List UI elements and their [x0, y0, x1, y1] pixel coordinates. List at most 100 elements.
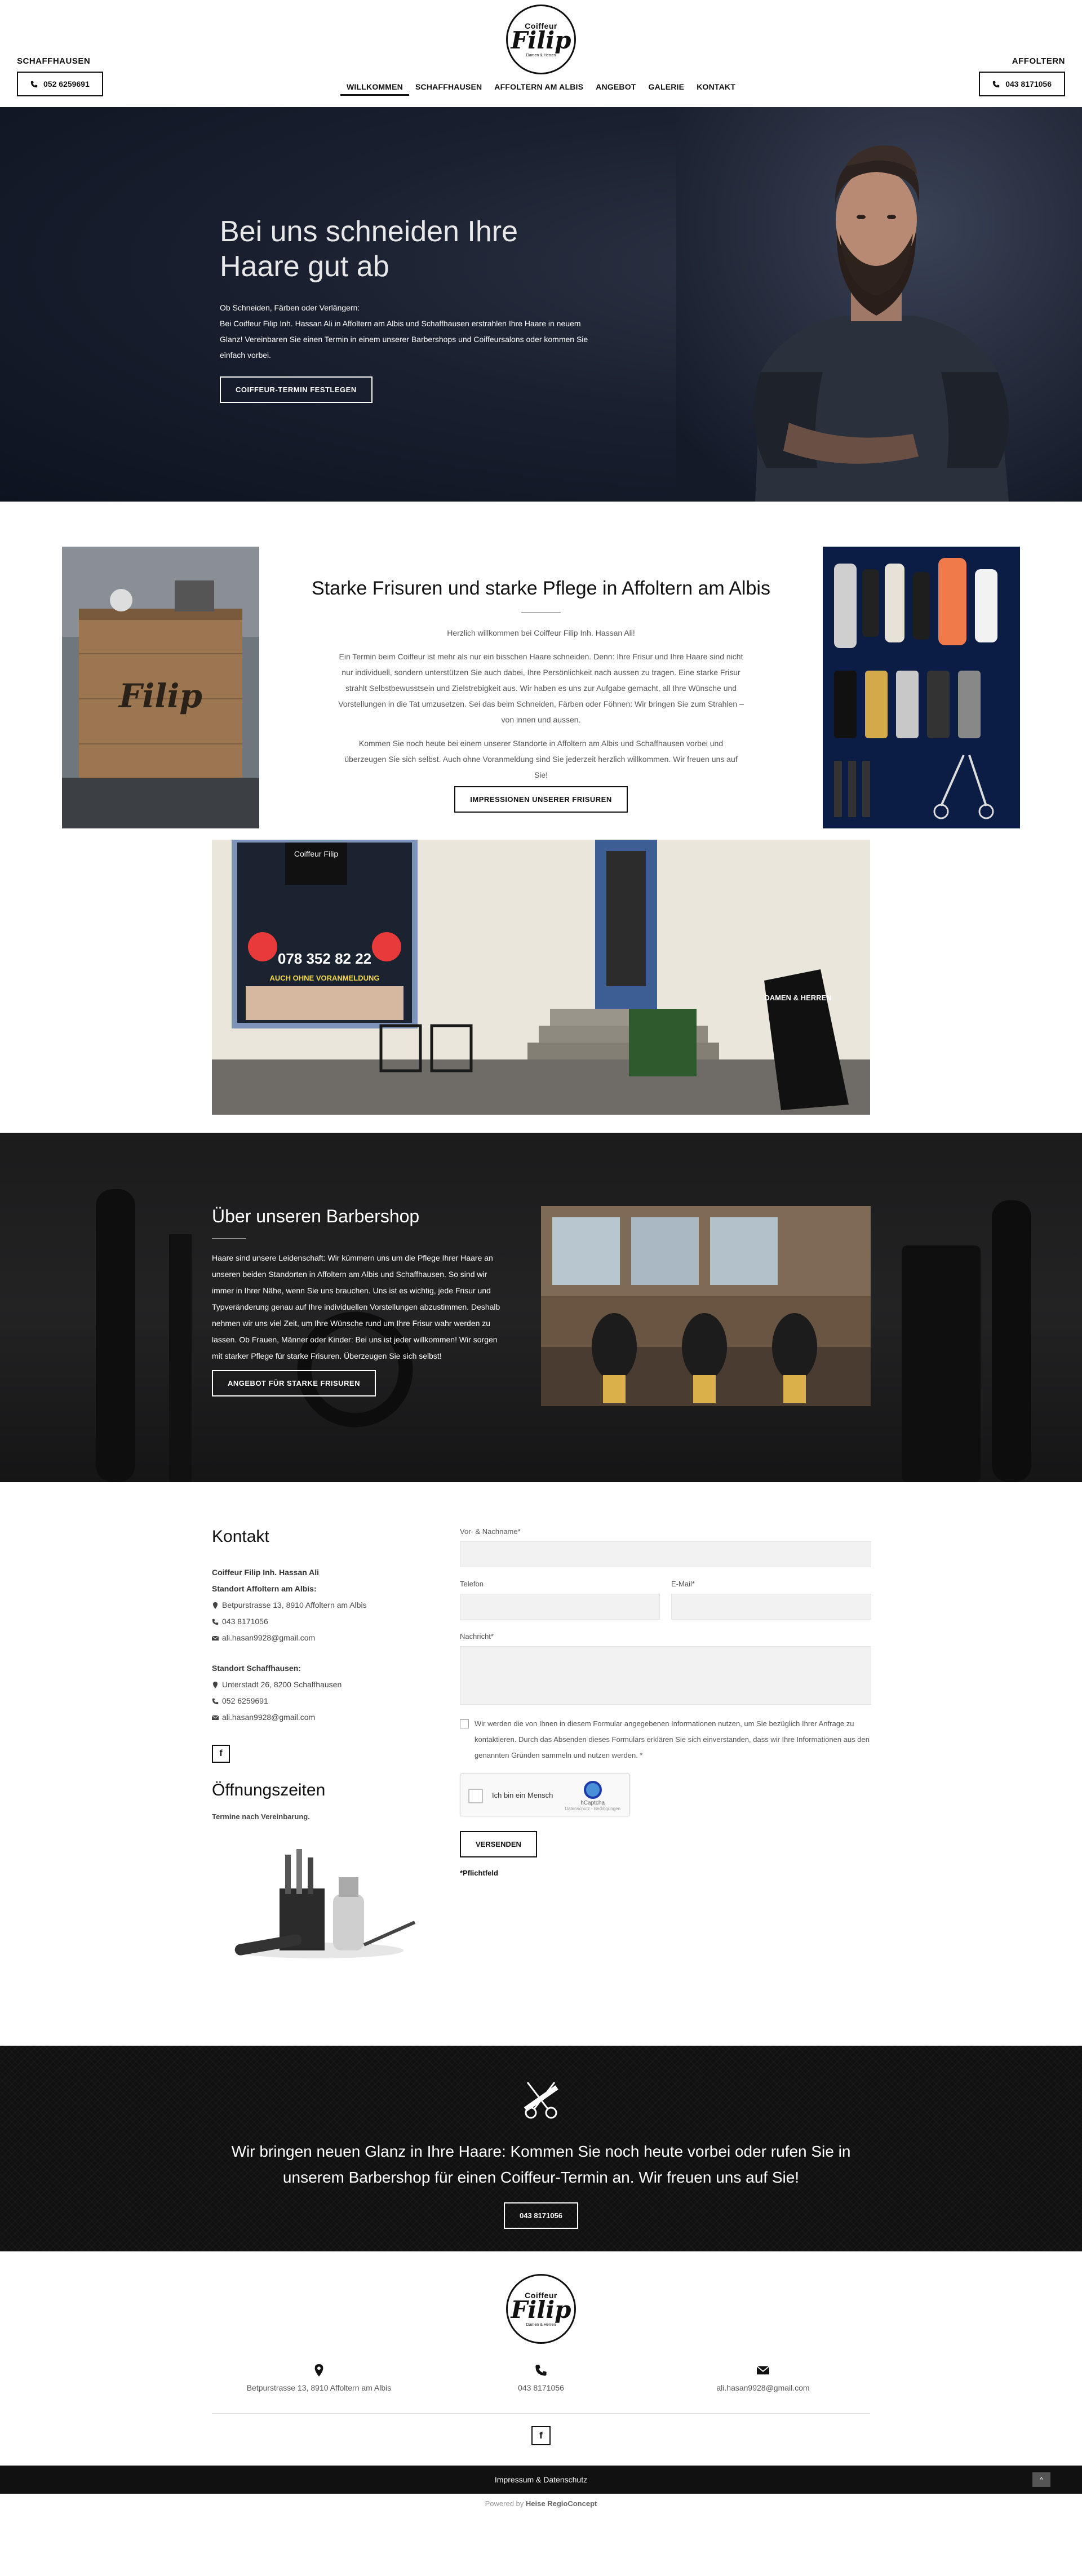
offer-button[interactable]: ANGEBOT FÜR STARKE FRISUREN: [212, 1370, 376, 1396]
imprint-link[interactable]: Impressum & Datenschutz: [495, 2475, 587, 2484]
nav-kontakt[interactable]: KONTAKT: [690, 78, 742, 96]
location-affoltern-phone[interactable]: 043 8171056: [222, 1613, 268, 1630]
location-left-title: SCHAFFHAUSEN: [17, 56, 91, 66]
bottom-bar: Impressum & Datenschutz ^: [0, 2466, 1082, 2494]
location-affoltern-address: Betpurstrasse 13, 8910 Affoltern am Albi…: [222, 1600, 367, 1610]
footer-email[interactable]: ali.hasan9928@gmail.com: [656, 2364, 870, 2392]
send-button[interactable]: VERSENDEN: [460, 1831, 537, 1857]
consent-row: Wir werden die von Ihnen in diesem Formu…: [460, 1716, 871, 1763]
message-textarea[interactable]: [460, 1646, 871, 1705]
logo-name: Filip: [511, 2295, 571, 2324]
intro-title: Starke Frisuren und starke Pflege in Aff…: [312, 578, 770, 599]
hero-title-line-1: Bei uns schneiden Ihre: [220, 215, 518, 248]
intro-section: Filip Starke Frisuren und starke Pflege …: [0, 502, 1082, 828]
captcha-brand: hCaptcha: [580, 1800, 605, 1806]
site-footer: Coiffeur Filip Damen & Herren Betpurstra…: [0, 2251, 1082, 2466]
captcha-widget: Ich bin ein Mensch hCaptcha Datenschutz …: [460, 1774, 630, 1816]
opening-hours-title: Öffnungszeiten: [212, 1781, 326, 1799]
site-logo[interactable]: Coiffeur Filip Damen & Herren: [506, 5, 576, 74]
footer-email-text: ali.hasan9928@gmail.com: [716, 2383, 810, 2392]
nav-schaffhausen[interactable]: SCHAFFHAUSEN: [409, 78, 488, 96]
footer-address-text: Betpurstrasse 13, 8910 Affoltern am Albi…: [246, 2383, 392, 2392]
consent-checkbox[interactable]: [460, 1719, 469, 1728]
phone-icon: [212, 1698, 219, 1704]
logo-sub: Damen & Herren: [526, 2322, 556, 2327]
phone-input[interactable]: [460, 1594, 660, 1620]
location-schaffhausen-phone[interactable]: 052 6259691: [222, 1693, 268, 1709]
envelope-icon: [212, 1715, 219, 1720]
footer-columns: Betpurstrasse 13, 8910 Affoltern am Albi…: [212, 2364, 870, 2392]
name-label: Vor- & Nachname*: [460, 1527, 521, 1536]
captcha-checkbox[interactable]: [468, 1789, 483, 1803]
main-nav: WILLKOMMEN SCHAFFHAUSEN AFFOLTERN AM ALB…: [0, 78, 1082, 96]
shop-phone-sign: 078 352 82 22: [278, 950, 371, 967]
phone-icon: [535, 2365, 547, 2376]
hero-section: Bei uns schneiden Ihre Haare gut ab Ob S…: [0, 107, 1082, 502]
contact-info: Kontakt Coiffeur Filip Inh. Hassan Ali S…: [212, 1527, 437, 1965]
facebook-icon: f: [539, 2430, 543, 2441]
intro-paragraph-1: Ein Termin beim Coiffeur ist mehr als nu…: [338, 652, 744, 724]
logo-sub: Damen & Herren: [526, 53, 556, 57]
contact-section: Kontakt Coiffeur Filip Inh. Hassan Ali S…: [0, 1482, 1082, 2046]
location-affoltern-email[interactable]: ali.hasan9928@gmail.com: [222, 1630, 315, 1646]
powered-by: Powered by Heise RegioConcept: [0, 2494, 1082, 2514]
shop-sign-text: Coiffeur Filip: [294, 849, 339, 858]
barbershop-section: Über unseren Barbershop Haare sind unser…: [0, 1133, 1082, 1482]
footer-phone[interactable]: 043 8171056: [434, 2364, 648, 2392]
impressions-button[interactable]: IMPRESSIONEN UNSERER FRISUREN: [454, 786, 628, 813]
site-header: SCHAFFHAUSEN 052 6259691 Coiffeur Filip …: [0, 0, 1082, 107]
location-affoltern-title: Standort Affoltern am Albis:: [212, 1584, 317, 1593]
appointment-button[interactable]: COIFFEUR-TERMIN FESTLEGEN: [220, 376, 373, 403]
facebook-button[interactable]: f: [212, 1745, 230, 1763]
phone-icon: [212, 1619, 219, 1625]
intro-text: Starke Frisuren und starke Pflege in Aff…: [304, 578, 778, 813]
contact-form: Vor- & Nachname* Telefon E-Mail* Nachric…: [460, 1527, 871, 1877]
map-pin-icon: [314, 2364, 323, 2377]
barbershop-interior-image: [541, 1206, 871, 1406]
nav-willkommen[interactable]: WILLKOMMEN: [340, 78, 409, 96]
scissors-comb-icon: [524, 2082, 558, 2119]
footer-facebook-button[interactable]: f: [531, 2426, 551, 2445]
captcha-links[interactable]: Datenschutz - Bedingungen: [565, 1806, 620, 1811]
intro-paragraph-2: Kommen Sie noch heute bei einem unserer …: [344, 739, 738, 779]
phone-label: Telefon: [460, 1580, 484, 1588]
barbershop-divider: [212, 1238, 246, 1239]
logo-name: Filip: [511, 26, 571, 54]
barbershop-paragraph: Haare sind unsere Leidenschaft: Wir kümm…: [212, 1253, 500, 1360]
hero-title-line-2: Haare gut ab: [220, 250, 389, 283]
captcha-label: Ich bin ein Mensch: [492, 1791, 553, 1799]
reception-desk-image: Filip: [62, 547, 259, 828]
shop-stand-sign: DAMEN & HERREN: [764, 994, 831, 1002]
nav-affoltern[interactable]: AFFOLTERN AM ALBIS: [488, 78, 589, 96]
barbershop-text: Über unseren Barbershop Haare sind unser…: [212, 1206, 505, 1396]
scroll-top-button[interactable]: ^: [1032, 2472, 1050, 2487]
cta-section: Wir bringen neuen Glanz in Ihre Haare: K…: [0, 2046, 1082, 2251]
nav-galerie[interactable]: GALERIE: [642, 78, 691, 96]
svg-text:Filip: Filip: [118, 677, 202, 715]
powered-by-text: Powered by: [485, 2499, 524, 2508]
footer-logo[interactable]: Coiffeur Filip Damen & Herren: [506, 2274, 576, 2344]
location-schaffhausen-email[interactable]: ali.hasan9928@gmail.com: [222, 1709, 315, 1726]
cta-text: Wir bringen neuen Glanz in Ihre Haare: K…: [231, 2143, 851, 2186]
powered-by-brand[interactable]: Heise RegioConcept: [526, 2499, 597, 2508]
company-name: Coiffeur Filip Inh. Hassan Ali: [212, 1568, 320, 1577]
shopfront-image: Coiffeur Filip 078 352 82 22 AUCH OHNE V…: [212, 840, 870, 1115]
footer-address: Betpurstrasse 13, 8910 Affoltern am Albi…: [212, 2364, 426, 2392]
cta-phone-button[interactable]: 043 8171056: [504, 2202, 578, 2229]
message-label: Nachricht*: [460, 1632, 494, 1641]
contact-title: Kontakt: [212, 1527, 269, 1546]
facebook-icon: f: [219, 1749, 223, 1758]
opening-hours-text: Termine nach Vereinbarung.: [212, 1812, 310, 1821]
email-label: E-Mail*: [671, 1580, 695, 1588]
nav-angebot[interactable]: ANGEBOT: [589, 78, 642, 96]
intro-divider: [521, 612, 561, 613]
hero-title: Bei uns schneiden Ihre Haare gut ab: [220, 214, 603, 284]
consent-text: Wir werden die von Ihnen in diesem Formu…: [475, 1719, 870, 1759]
email-input[interactable]: [671, 1594, 871, 1620]
captcha-logo: hCaptcha Datenschutz - Bedingungen: [565, 1781, 620, 1811]
required-note: *Pflichtfeld: [460, 1869, 498, 1877]
map-pin-icon: [213, 1681, 218, 1688]
envelope-icon: [757, 2365, 769, 2375]
hero-barber-image: [676, 107, 1082, 502]
name-input[interactable]: [460, 1541, 871, 1567]
